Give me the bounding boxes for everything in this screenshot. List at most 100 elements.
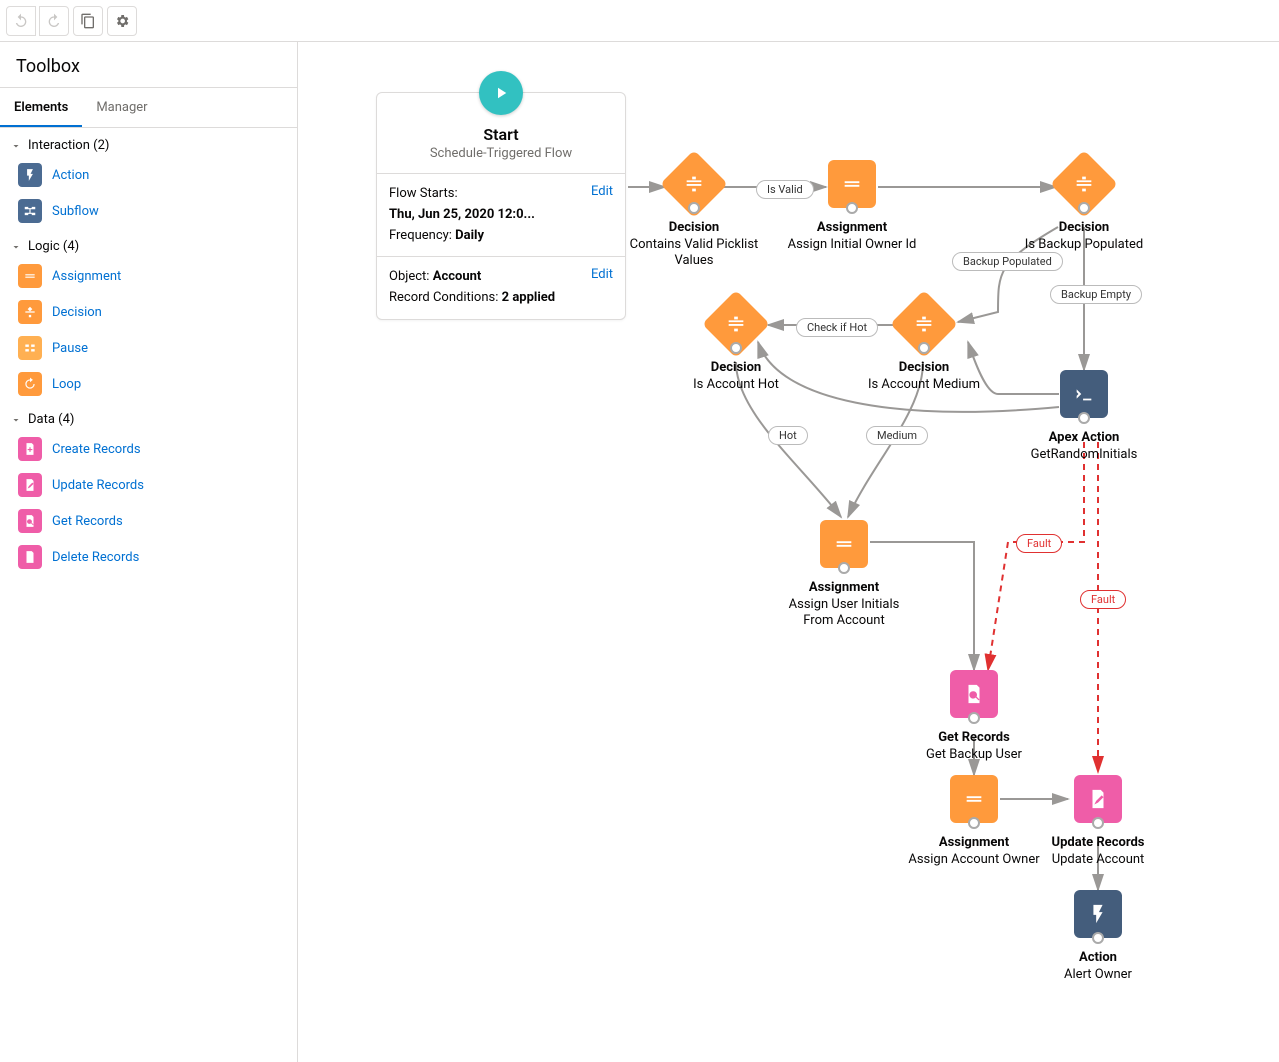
chevron-down-icon	[10, 414, 22, 426]
edge-label-fault-2[interactable]: Fault	[1080, 590, 1126, 609]
start-subtitle: Schedule-Triggered Flow	[387, 146, 615, 161]
node-decision-contains-valid[interactable]: Decision Contains Valid Picklist Values	[624, 160, 764, 270]
connector-dot[interactable]	[968, 817, 980, 829]
connector-dot[interactable]	[846, 202, 858, 214]
copy-button[interactable]	[73, 6, 103, 36]
node-decision-account-medium[interactable]: Decision Is Account Medium	[854, 300, 994, 393]
loop-icon	[18, 372, 42, 396]
connector-dot[interactable]	[730, 342, 742, 354]
start-schedule-info: Flow Starts: Thu, Jun 25, 2020 12:0... F…	[389, 184, 583, 246]
palette-delete-records[interactable]: Delete Records	[0, 539, 297, 575]
palette-create-records[interactable]: Create Records	[0, 431, 297, 467]
delete-icon	[18, 545, 42, 569]
section-interaction-label: Interaction (2)	[28, 138, 109, 153]
node-update-records-account[interactable]: Update Records Update Account	[1028, 775, 1168, 868]
palette-action[interactable]: Action	[0, 157, 297, 193]
palette-delete-records-label: Delete Records	[52, 550, 139, 565]
node-get-records-backup-user[interactable]: Get Records Get Backup User	[904, 670, 1044, 763]
redo-icon	[46, 13, 62, 29]
palette-assignment-label: Assignment	[52, 269, 121, 284]
connector-dot[interactable]	[968, 712, 980, 724]
tab-elements[interactable]: Elements	[0, 88, 82, 127]
palette-subflow[interactable]: Subflow	[0, 193, 297, 229]
create-icon	[18, 437, 42, 461]
node-assignment-account-owner[interactable]: Assignment Assign Account Owner	[904, 775, 1044, 868]
edge-label-medium[interactable]: Medium	[866, 426, 928, 445]
redo-button[interactable]	[39, 6, 69, 36]
toolbox-tabs: Elements Manager	[0, 88, 297, 128]
undo-icon	[13, 13, 29, 29]
decision-icon	[725, 313, 747, 335]
start-play-button[interactable]	[479, 71, 523, 115]
start-object-info: Object: Account Record Conditions: 2 app…	[389, 267, 555, 309]
node-assignment-user-initials[interactable]: Assignment Assign User Initials From Acc…	[774, 520, 914, 630]
edge-label-fault-1[interactable]: Fault	[1016, 534, 1062, 553]
chevron-down-icon	[10, 241, 22, 253]
assign-icon	[963, 788, 985, 810]
connector-dot[interactable]	[1092, 932, 1104, 944]
palette-get-records[interactable]: Get Records	[0, 503, 297, 539]
update-icon	[1087, 788, 1109, 810]
connector-dot[interactable]	[918, 342, 930, 354]
toolbox-title: Toolbox	[0, 42, 297, 88]
connector-dot[interactable]	[1092, 817, 1104, 829]
toolbox-sidebar: Toolbox Elements Manager Interaction (2)…	[0, 42, 298, 1062]
palette-get-records-label: Get Records	[52, 514, 123, 529]
decision-icon	[18, 300, 42, 324]
assign-icon	[841, 173, 863, 195]
section-logic-label: Logic (4)	[28, 239, 79, 254]
node-apex-action[interactable]: Apex Action GetRandomInitials	[1014, 370, 1154, 463]
palette-assignment[interactable]: Assignment	[0, 258, 297, 294]
tab-manager[interactable]: Manager	[82, 88, 161, 127]
palette-decision-label: Decision	[52, 305, 102, 320]
decision-icon	[1073, 173, 1095, 195]
connector-dot[interactable]	[838, 562, 850, 574]
connector-dot[interactable]	[688, 202, 700, 214]
edge-label-check-if-hot[interactable]: Check if Hot	[796, 318, 878, 337]
assign-icon	[833, 533, 855, 555]
section-interaction[interactable]: Interaction (2)	[0, 128, 297, 157]
palette-update-records-label: Update Records	[52, 478, 144, 493]
subflow-icon	[18, 199, 42, 223]
decision-icon	[683, 173, 705, 195]
palette-update-records[interactable]: Update Records	[0, 467, 297, 503]
start-title: Start	[387, 125, 615, 144]
section-data-label: Data (4)	[28, 412, 74, 427]
decision-icon	[913, 313, 935, 335]
edge-label-hot[interactable]: Hot	[768, 426, 808, 445]
play-icon	[492, 84, 510, 102]
settings-button[interactable]	[107, 6, 137, 36]
bolt-icon	[1087, 903, 1109, 925]
palette-subflow-label: Subflow	[52, 204, 99, 219]
get-icon	[18, 509, 42, 533]
palette-action-label: Action	[52, 168, 89, 183]
node-assignment-initial-owner[interactable]: Assignment Assign Initial Owner Id	[782, 160, 922, 253]
flow-canvas[interactable]: Start Schedule-Triggered Flow Flow Start…	[298, 42, 1279, 1062]
chevron-down-icon	[10, 140, 22, 152]
edit-object-link[interactable]: Edit	[591, 267, 613, 282]
node-action-alert-owner[interactable]: Action Alert Owner	[1028, 890, 1168, 983]
gear-icon	[114, 13, 130, 29]
section-data[interactable]: Data (4)	[0, 402, 297, 431]
palette-pause-label: Pause	[52, 341, 88, 356]
node-decision-account-hot[interactable]: Decision Is Account Hot	[666, 300, 806, 393]
palette-create-records-label: Create Records	[52, 442, 141, 457]
edge-label-backup-populated[interactable]: Backup Populated	[952, 252, 1063, 271]
undo-button[interactable]	[6, 6, 36, 36]
palette-loop[interactable]: Loop	[0, 366, 297, 402]
palette-pause[interactable]: Pause	[0, 330, 297, 366]
connector-dot[interactable]	[1078, 412, 1090, 424]
section-logic[interactable]: Logic (4)	[0, 229, 297, 258]
palette-loop-label: Loop	[52, 377, 81, 392]
edge-label-is-valid[interactable]: Is Valid	[756, 180, 814, 199]
node-decision-backup-populated[interactable]: Decision Is Backup Populated	[1014, 160, 1154, 253]
copy-icon	[80, 13, 96, 29]
start-node[interactable]: Start Schedule-Triggered Flow Flow Start…	[376, 92, 626, 320]
connector-dot[interactable]	[1078, 202, 1090, 214]
edit-schedule-link[interactable]: Edit	[591, 184, 613, 199]
palette-decision[interactable]: Decision	[0, 294, 297, 330]
pause-icon	[18, 336, 42, 360]
edge-label-backup-empty[interactable]: Backup Empty	[1050, 285, 1142, 304]
assign-icon	[18, 264, 42, 288]
bolt-icon	[18, 163, 42, 187]
